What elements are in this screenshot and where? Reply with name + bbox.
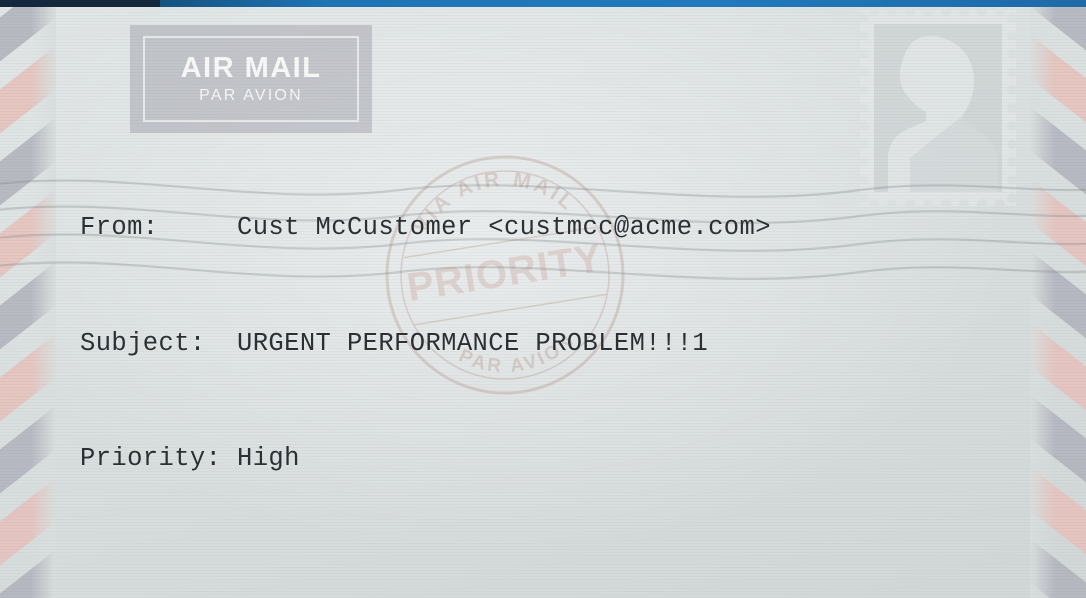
airmail-border-left <box>0 0 56 598</box>
border-stripe <box>1030 371 1086 517</box>
border-stripe <box>1030 299 1086 445</box>
border-stripe <box>1030 83 1086 229</box>
border-stripe <box>0 371 56 517</box>
border-stripe <box>0 83 56 229</box>
border-stripe <box>1030 0 1086 85</box>
air-mail-stamp-block: AIR MAIL PAR AVION <box>130 25 372 133</box>
border-stripe <box>0 0 56 85</box>
border-stripe <box>0 11 56 157</box>
border-stripe <box>0 515 56 598</box>
title-bar-left-segment <box>0 0 160 7</box>
air-mail-stamp-inner-frame: AIR MAIL PAR AVION <box>143 36 359 122</box>
air-mail-title: AIR MAIL <box>180 52 322 84</box>
air-mail-subtitle: PAR AVION <box>199 87 303 104</box>
letter-header-priority: Priority: High <box>80 444 300 473</box>
letter-header-subject: Subject: URGENT PERFORMANCE PROBLEM!!!1 <box>80 328 709 358</box>
airmail-envelope: AIR MAIL PAR AVION VIA AIR MAIL PAR AVIO… <box>0 0 1086 598</box>
border-stripe <box>0 443 56 589</box>
letter-spacer-1 <box>80 556 771 595</box>
border-stripe <box>1030 11 1086 157</box>
airmail-border-right <box>1030 0 1086 598</box>
title-bar-right-segment <box>160 0 1086 7</box>
border-stripe <box>0 155 56 301</box>
border-stripe <box>1030 443 1086 589</box>
border-stripe <box>1030 515 1086 598</box>
letter-header-from: From: Cust McCustomer <custmcc@acme.com> <box>80 213 771 242</box>
postage-stamp-icon <box>858 8 1018 208</box>
border-stripe <box>0 227 56 373</box>
window-title-bar <box>0 0 1086 7</box>
border-stripe <box>1030 227 1086 373</box>
border-stripe <box>0 299 56 445</box>
border-stripe <box>1030 155 1086 301</box>
letter-body: From: Cust McCustomer <custmcc@acme.com>… <box>80 132 771 598</box>
